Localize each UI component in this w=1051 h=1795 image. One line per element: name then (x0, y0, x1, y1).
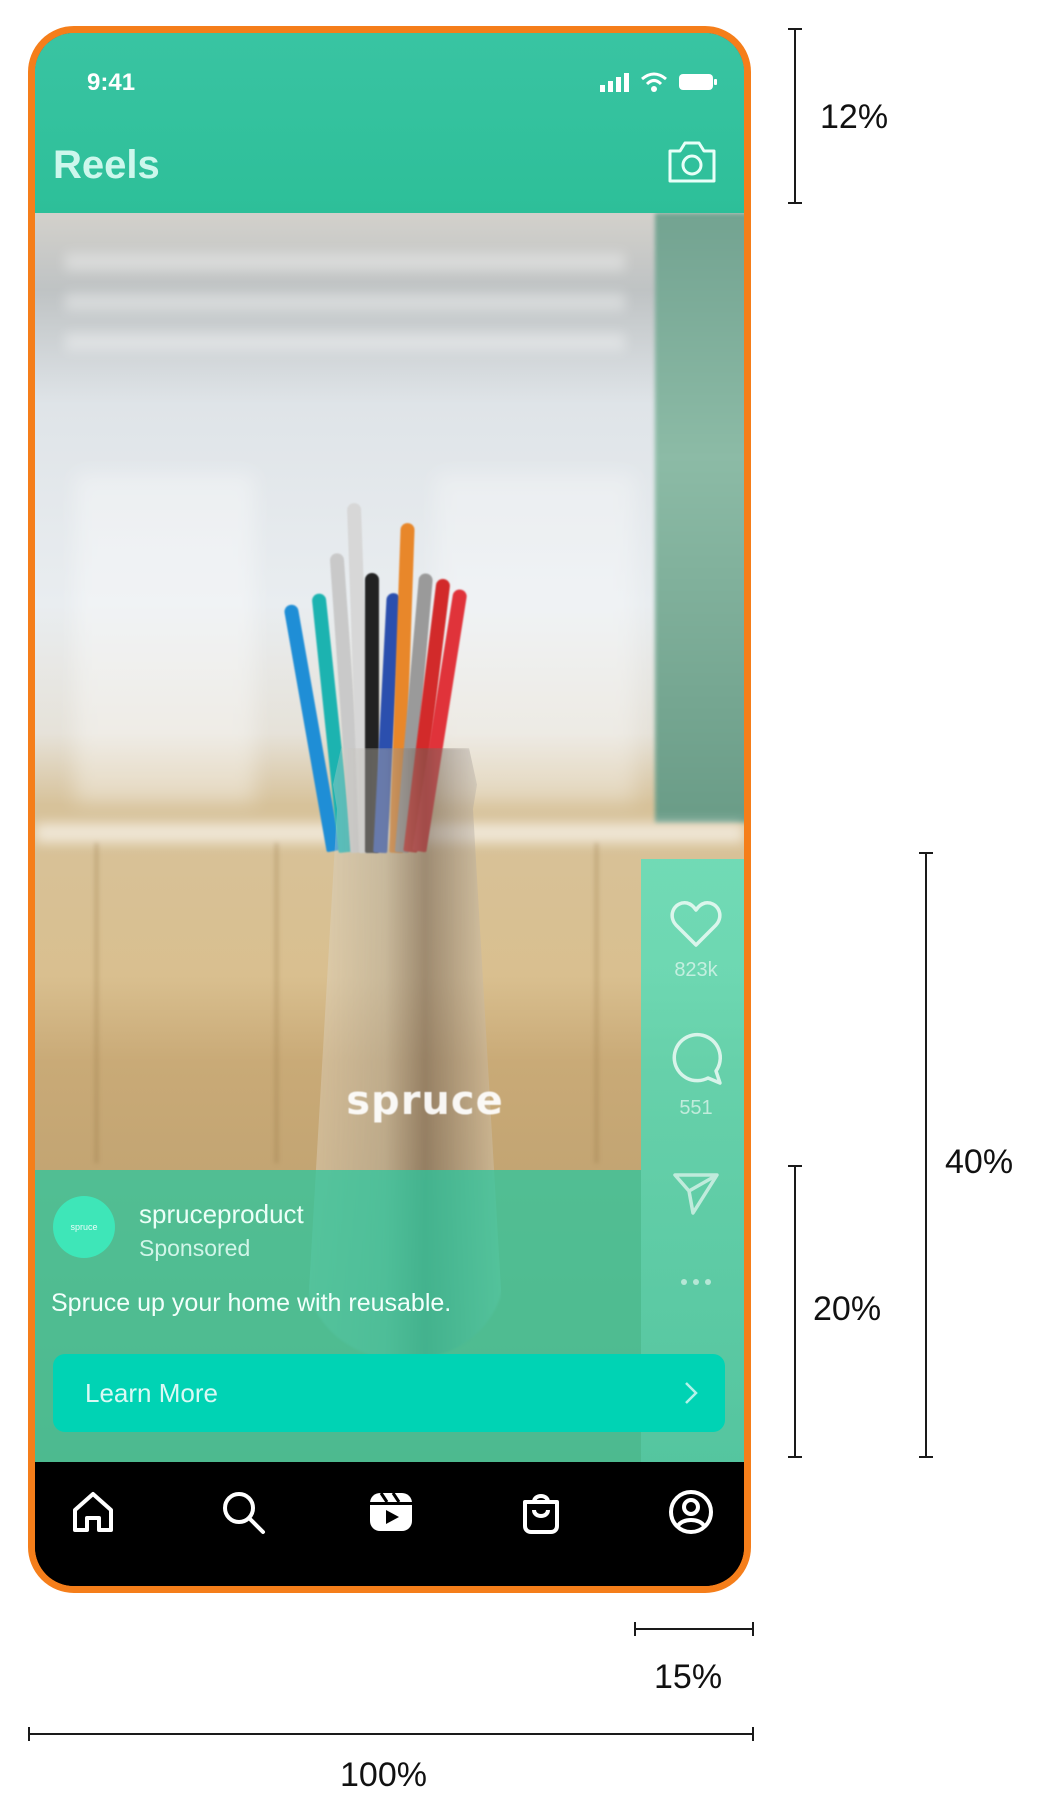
reels-icon[interactable] (367, 1488, 415, 1536)
share-action[interactable] (641, 1171, 744, 1217)
dim-tick (752, 1727, 754, 1741)
heart-icon[interactable] (669, 899, 723, 949)
dim-line (925, 852, 927, 1458)
battery-icon (679, 74, 717, 90)
dim-label-info: 20% (813, 1290, 882, 1328)
learn-more-label: Learn More (85, 1377, 218, 1408)
dim-tick (752, 1622, 754, 1636)
dim-tick (28, 1727, 30, 1741)
dim-tick (788, 28, 802, 30)
like-action[interactable]: 823k (641, 899, 744, 982)
shop-icon[interactable] (517, 1488, 565, 1536)
camera-icon[interactable] (666, 139, 718, 185)
cabinet-decoration (275, 843, 278, 1163)
dim-tick (634, 1622, 636, 1636)
dim-line (28, 1733, 754, 1735)
dim-tick (788, 202, 802, 204)
window-decoration (75, 473, 255, 803)
signal-icon (600, 73, 629, 92)
cabinet-decoration (595, 843, 598, 1163)
dim-tick (788, 1456, 802, 1458)
blind-decoration (65, 293, 625, 311)
post-caption: Spruce up your home with reusable. (51, 1289, 452, 1317)
avatar-text: spruce (70, 1222, 98, 1232)
dim-tick (919, 852, 933, 854)
home-icon[interactable] (69, 1488, 117, 1536)
tab-bar (35, 1462, 744, 1586)
dim-line (634, 1628, 754, 1630)
page-title: Reels (53, 143, 160, 187)
dim-label-rail-width: 15% (654, 1658, 723, 1696)
username[interactable]: spruceproduct (139, 1199, 304, 1230)
dim-line (794, 28, 796, 204)
like-count: 823k (674, 959, 718, 981)
dim-label-rail: 40% (945, 1143, 1014, 1181)
jar-brand-text: spruce (346, 1078, 504, 1124)
send-icon[interactable] (671, 1171, 721, 1217)
reels-screen: spruce 9:41 Reels 823k 551 spruce spruce… (35, 33, 744, 1586)
status-icons (600, 71, 718, 93)
more-action[interactable] (641, 1277, 744, 1287)
learn-more-button[interactable]: Learn More (53, 1354, 725, 1432)
sponsored-label: Sponsored (139, 1235, 251, 1261)
avatar[interactable]: spruce (53, 1196, 115, 1258)
dim-tick (919, 1456, 933, 1458)
dim-label-phone-width: 100% (340, 1756, 427, 1794)
comment-action[interactable]: 551 (641, 1031, 744, 1120)
dim-label-header: 12% (820, 98, 889, 136)
comment-icon[interactable] (668, 1031, 724, 1087)
cabinet-decoration (95, 843, 98, 1163)
comment-count: 551 (679, 1097, 713, 1119)
search-icon[interactable] (219, 1488, 267, 1536)
wifi-icon (641, 72, 667, 92)
shelf-decoration (655, 213, 744, 823)
profile-icon[interactable] (667, 1488, 715, 1536)
more-icon[interactable] (676, 1277, 716, 1287)
status-time: 9:41 (87, 69, 136, 96)
header: 9:41 Reels (35, 33, 744, 213)
dim-line (794, 1165, 796, 1458)
chevron-right-icon (685, 1382, 698, 1404)
blind-decoration (65, 253, 625, 271)
blind-decoration (65, 333, 625, 351)
dim-tick (788, 1165, 802, 1167)
phone-frame: spruce 9:41 Reels 823k 551 spruce spruce… (28, 26, 751, 1593)
